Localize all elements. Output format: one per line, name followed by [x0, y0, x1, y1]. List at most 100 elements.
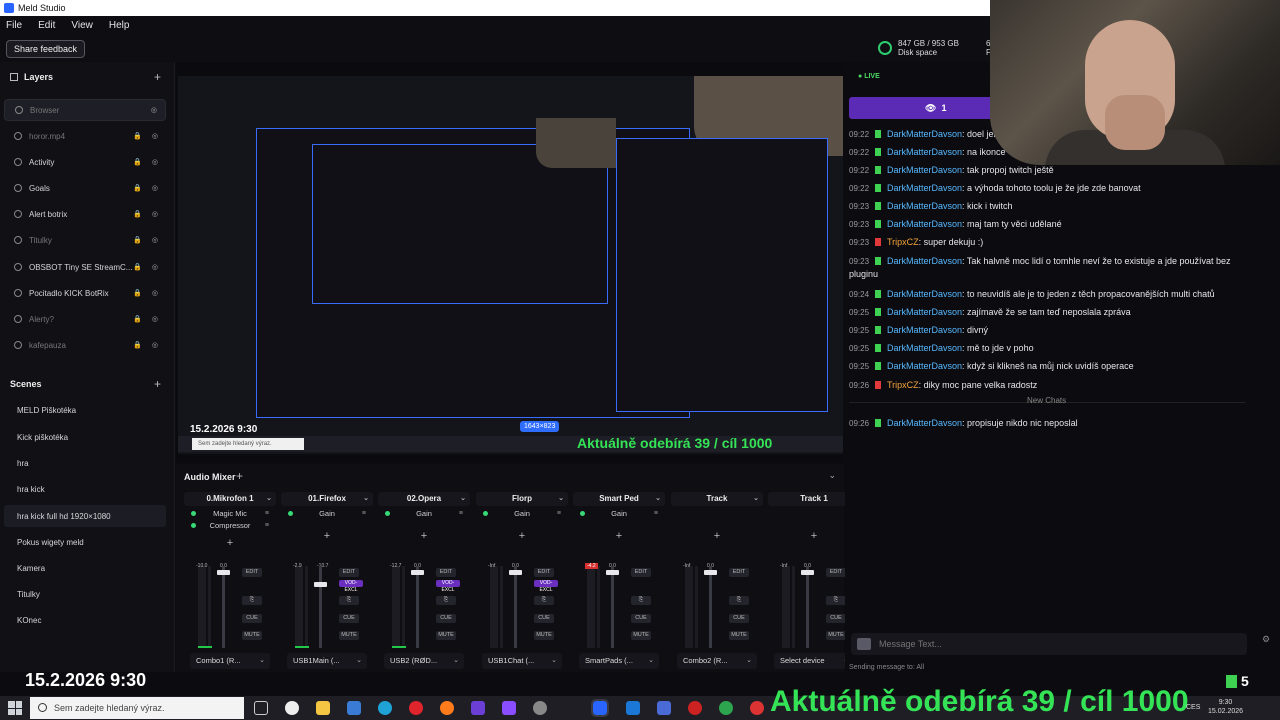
- app-icon-blue[interactable]: [626, 701, 640, 715]
- layer-item[interactable]: horor.mp4 🔒 ◎: [4, 125, 166, 147]
- effect-item[interactable]: Gain ≡: [382, 508, 466, 519]
- effect-enabled-icon[interactable]: [483, 511, 488, 516]
- app-icon-violet[interactable]: [502, 701, 516, 715]
- message-user[interactable]: DarkMatterDavson: [887, 201, 962, 211]
- task-view-icon[interactable]: [254, 701, 268, 715]
- fader-handle[interactable]: [606, 570, 619, 575]
- effect-settings-icon[interactable]: ≡: [362, 508, 366, 519]
- opera-icon[interactable]: [409, 701, 423, 715]
- scene-item[interactable]: hra kick: [4, 478, 166, 500]
- lock-icon[interactable]: 🔒: [133, 210, 142, 218]
- layer-item[interactable]: OBSBOT Tiny SE StreamC... 🔒 ◎: [4, 256, 166, 278]
- edit-button[interactable]: EDIT: [826, 568, 846, 577]
- volume-fader[interactable]: [709, 566, 712, 648]
- link-icon[interactable]: ⎘: [826, 596, 846, 605]
- scene-item[interactable]: hra kick full hd 1920×1080: [4, 505, 166, 527]
- taskbar-clock[interactable]: 9:30 15.02.2026: [1208, 698, 1243, 716]
- menu-help[interactable]: Help: [109, 20, 130, 31]
- message-user[interactable]: DarkMatterDavson: [887, 307, 962, 317]
- visibility-icon[interactable]: ◎: [152, 210, 158, 218]
- message-user[interactable]: TripxCZ: [887, 237, 919, 247]
- share-feedback-button[interactable]: Share feedback: [6, 40, 86, 58]
- cue-button[interactable]: CUE: [534, 614, 554, 623]
- message-user[interactable]: DarkMatterDavson: [887, 183, 962, 193]
- effect-enabled-icon[interactable]: [191, 523, 196, 528]
- visibility-icon[interactable]: ◎: [152, 315, 158, 323]
- scene-item[interactable]: hra: [4, 452, 166, 474]
- link-icon[interactable]: ⎘: [242, 596, 262, 605]
- message-user[interactable]: DarkMatterDavson: [887, 165, 962, 175]
- scene-item[interactable]: Pokus wigety meld: [4, 531, 166, 553]
- mute-button[interactable]: MUTE: [436, 631, 456, 640]
- device-select[interactable]: Select device⌄: [774, 653, 854, 669]
- edge-icon[interactable]: [378, 701, 392, 715]
- mute-button[interactable]: MUTE: [339, 631, 359, 640]
- effect-settings-icon[interactable]: ≡: [265, 508, 269, 519]
- message-user[interactable]: DarkMatterDavson: [887, 129, 962, 139]
- message-user[interactable]: DarkMatterDavson: [887, 147, 962, 157]
- channel-name[interactable]: 0.Mikrofon 1 ⌄: [184, 492, 276, 506]
- effect-item[interactable]: Magic Mic ≡: [188, 508, 272, 519]
- cue-button[interactable]: CUE: [242, 614, 262, 623]
- add-effect-button[interactable]: +: [184, 537, 276, 549]
- volume-fader[interactable]: [416, 566, 419, 648]
- add-track-button[interactable]: +: [236, 469, 243, 483]
- visibility-icon[interactable]: ◎: [152, 263, 158, 271]
- mute-button[interactable]: MUTE: [242, 631, 262, 640]
- lock-icon[interactable]: 🔒: [133, 236, 142, 244]
- lock-icon[interactable]: 🔒: [133, 132, 142, 140]
- volume-fader[interactable]: [611, 566, 614, 648]
- cue-button[interactable]: CUE: [729, 614, 749, 623]
- message-input[interactable]: [879, 636, 1219, 652]
- app-icon-save[interactable]: [657, 701, 671, 715]
- cue-button[interactable]: CUE: [826, 614, 846, 623]
- visibility-icon[interactable]: ◎: [152, 289, 158, 297]
- add-layer-button[interactable]: +: [154, 70, 161, 84]
- lock-icon[interactable]: 🔒: [133, 289, 142, 297]
- effect-item[interactable]: Gain ≡: [577, 508, 661, 519]
- effect-settings-icon[interactable]: ≡: [654, 508, 658, 519]
- device-select[interactable]: SmartPads (... ⌄: [579, 653, 659, 669]
- meld-studio-icon[interactable]: [591, 699, 609, 717]
- settings-app-icon[interactable]: [533, 701, 547, 715]
- mute-button[interactable]: MUTE: [534, 631, 554, 640]
- edit-button[interactable]: EDIT: [631, 568, 651, 577]
- windows-start-icon[interactable]: [8, 701, 22, 715]
- menu-view[interactable]: View: [71, 20, 93, 31]
- effect-item[interactable]: Gain ≡: [480, 508, 564, 519]
- add-effect-button[interactable]: +: [281, 530, 373, 542]
- device-select[interactable]: Combo1 (R... ⌄: [190, 653, 270, 669]
- layer-item[interactable]: kafepauza 🔒 ◎: [4, 334, 166, 356]
- scene-item[interactable]: Kick piškotéka: [4, 426, 166, 448]
- language-indicator[interactable]: CES: [1186, 704, 1200, 711]
- fader-handle[interactable]: [217, 570, 230, 575]
- volume-fader[interactable]: [319, 566, 322, 648]
- layer-item[interactable]: Activity 🔒 ◎: [4, 151, 166, 173]
- fader-handle[interactable]: [704, 570, 717, 575]
- menu-file[interactable]: File: [6, 20, 22, 31]
- fader-handle[interactable]: [509, 570, 522, 575]
- edit-button[interactable]: EDIT: [534, 568, 554, 577]
- message-user[interactable]: DarkMatterDavson: [887, 289, 962, 299]
- edit-button[interactable]: EDIT: [242, 568, 262, 577]
- obs-icon[interactable]: [285, 701, 299, 715]
- edit-button[interactable]: EDIT: [339, 568, 359, 577]
- taskbar-search[interactable]: Sem zadejte hledaný výraz.: [30, 697, 244, 719]
- effect-item[interactable]: Compressor ≡: [188, 520, 272, 531]
- visibility-icon[interactable]: ◎: [152, 341, 158, 349]
- message-user[interactable]: DarkMatterDavson: [887, 325, 962, 335]
- add-effect-button[interactable]: +: [671, 530, 763, 542]
- menu-edit[interactable]: Edit: [38, 20, 55, 31]
- link-icon[interactable]: ⎘: [436, 596, 456, 605]
- add-effect-button[interactable]: +: [573, 530, 665, 542]
- channel-name[interactable]: Track ⌄: [671, 492, 763, 506]
- fader-handle[interactable]: [314, 582, 327, 587]
- effect-enabled-icon[interactable]: [191, 511, 196, 516]
- message-user[interactable]: DarkMatterDavson: [887, 361, 962, 371]
- lock-icon[interactable]: 🔒: [133, 158, 142, 166]
- edit-button[interactable]: EDIT: [436, 568, 456, 577]
- device-select[interactable]: Combo2 (R... ⌄: [677, 653, 757, 669]
- cue-button[interactable]: CUE: [339, 614, 359, 623]
- app-icon-green[interactable]: [719, 701, 733, 715]
- firefox-icon[interactable]: [440, 701, 454, 715]
